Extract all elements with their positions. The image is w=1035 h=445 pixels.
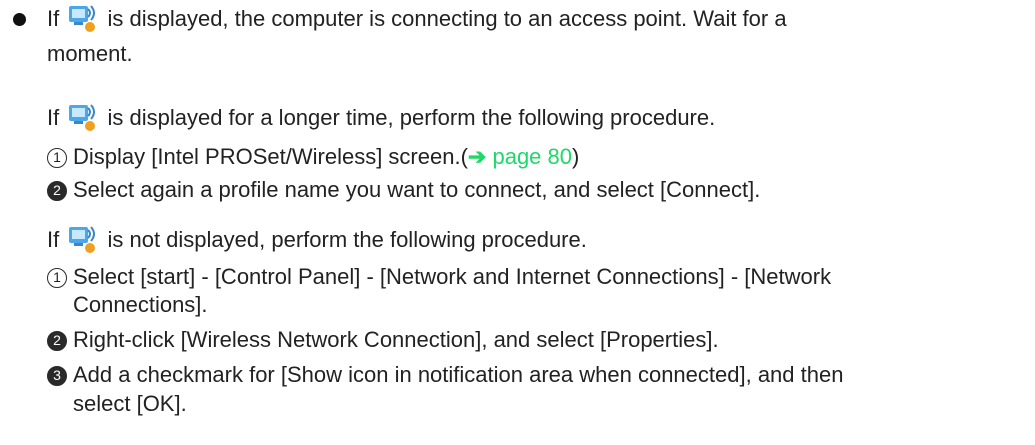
bullet-after-icon-text: is displayed, the computer is connecting… [107,6,787,31]
section2-step-1-cont: Connections]. [73,291,208,319]
step-number-badge: 2 [47,181,67,201]
bullet-dot [13,13,26,26]
section2-heading: If is not displayed, perform the followi… [47,226,587,254]
section2-step-1-continued: Connections]. [73,292,208,317]
section2-after-icon-text: is not displayed, perform the following … [107,227,587,252]
bullet-continued-text: moment. [47,41,133,66]
section2-if-text: If [47,227,60,252]
section1-heading: If is displayed for a longer time, perfo… [47,104,715,132]
section2-step-3-text: Add a checkmark for [Show icon in notifi… [73,362,844,387]
wireless-connecting-icon [69,104,96,132]
bullet-line-1: If is displayed, the computer is connect… [47,5,787,33]
bullet-line-2: moment. [47,40,133,68]
section1-step-1: 1 Display [Intel PROSet/Wireless] screen.… [47,143,579,171]
wireless-connecting-icon [69,226,96,254]
bullet-if-text: If [47,6,60,31]
section1-after-icon-text: is displayed for a longer time, perform … [107,105,716,130]
section2-step-1: 1 Select [start] - [Control Panel] - [Net… [47,263,831,291]
section2-step-2: 2 Right-click [Wireless Network Connectio… [47,326,719,354]
step-number-badge: 3 [47,366,67,386]
section1-step-2-text: Select again a profile name you want to … [73,177,761,202]
wireless-connecting-icon [69,5,96,33]
section1-if-text: If [47,105,60,130]
section2-step-1-text: Select [start] - [Control Panel] - [Netw… [73,264,832,289]
arrow-right-icon: ➔ [467,144,487,169]
section2-step-3-continued: select [OK]. [73,391,187,416]
section2-step-3: 3 Add a checkmark for [Show icon in notif… [47,361,843,389]
section2-step-3-cont: select [OK]. [73,390,187,418]
section2-step-2-text: Right-click [Wireless Network Connection… [73,327,719,352]
section1-step-1-close: ) [572,144,580,169]
step-number-badge: 2 [47,331,67,351]
step-number-badge: 1 [47,148,67,168]
section1-step-1-text: Display [Intel PROSet/Wireless] screen.( [73,144,468,169]
page-80-link[interactable]: page 80 [492,144,572,169]
step-number-badge: 1 [47,268,67,288]
section1-step-2: 2 Select again a profile name you want to… [47,176,760,204]
